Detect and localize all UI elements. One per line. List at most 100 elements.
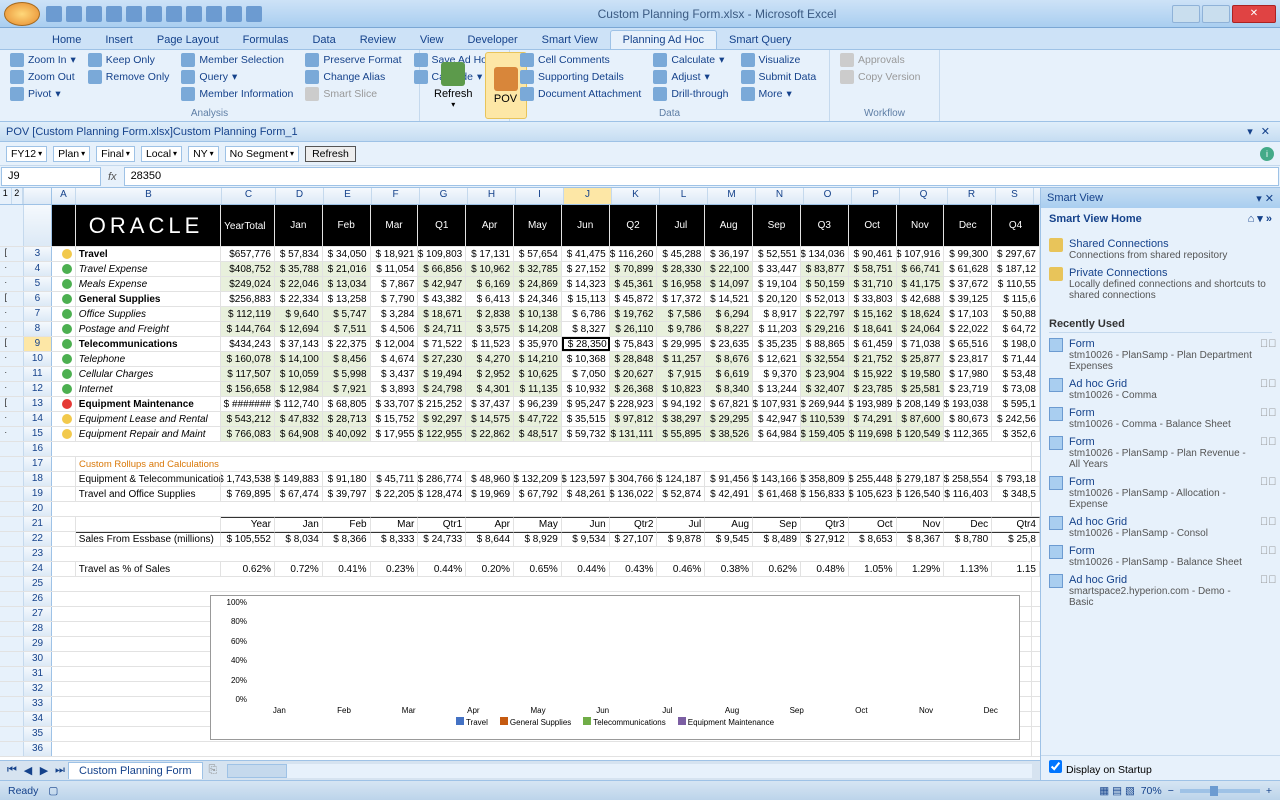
data-cell[interactable]: $ 57,834 bbox=[275, 247, 323, 261]
data-cell[interactable]: $ 91,456 bbox=[705, 472, 753, 486]
column-header[interactable]: G bbox=[420, 188, 468, 204]
data-cell[interactable]: $ 25,581 bbox=[897, 382, 945, 396]
data-cell[interactable]: $ 61,459 bbox=[849, 337, 897, 351]
column-header[interactable]: F bbox=[372, 188, 420, 204]
ribbon-tab[interactable]: Smart View bbox=[530, 31, 610, 49]
data-cell[interactable]: $ 358,809 bbox=[801, 472, 849, 486]
data-cell[interactable]: $ 40,092 bbox=[323, 427, 371, 441]
data-cell[interactable]: $ 348,5 bbox=[992, 487, 1040, 501]
data-cell[interactable]: 1.15 bbox=[992, 562, 1040, 576]
data-cell[interactable]: $ 48,261 bbox=[562, 487, 610, 501]
minimize-button[interactable] bbox=[1172, 5, 1200, 23]
data-cell[interactable]: $ 19,762 bbox=[610, 307, 658, 321]
data-cell[interactable]: $ 193,038 bbox=[944, 397, 992, 411]
data-cell[interactable]: $ 543,212 bbox=[221, 412, 275, 426]
data-cell[interactable]: $ 41,175 bbox=[897, 277, 945, 291]
data-cell[interactable]: 0.44% bbox=[562, 562, 610, 576]
data-cell[interactable]: $ 52,551 bbox=[753, 247, 801, 261]
data-cell[interactable]: $ 17,103 bbox=[944, 307, 992, 321]
data-cell[interactable]: $ 21,752 bbox=[849, 352, 897, 366]
data-cell[interactable]: $ 88,865 bbox=[801, 337, 849, 351]
view-break-icon[interactable]: ▧ bbox=[1125, 785, 1135, 797]
data-cell[interactable]: $ 23,719 bbox=[944, 382, 992, 396]
data-cell[interactable]: $ 23,817 bbox=[944, 352, 992, 366]
macro-icon[interactable]: ▢ bbox=[48, 785, 58, 797]
data-cell[interactable]: $ 45,288 bbox=[657, 247, 705, 261]
data-cell[interactable]: $ 8,034 bbox=[275, 532, 323, 546]
data-cell[interactable]: $ 126,540 bbox=[897, 487, 945, 501]
data-cell[interactable]: $ 45,711 bbox=[371, 472, 419, 486]
data-cell[interactable]: 0.44% bbox=[418, 562, 466, 576]
calculate-button[interactable]: Calculate ▾ bbox=[649, 52, 732, 68]
row-number[interactable]: 11 bbox=[24, 367, 52, 381]
data-cell[interactable]: $ 68,805 bbox=[323, 397, 371, 411]
row-number[interactable]: 23 bbox=[24, 547, 52, 561]
row-number[interactable]: 36 bbox=[24, 742, 52, 756]
row-number[interactable] bbox=[24, 205, 52, 246]
row-number[interactable]: 24 bbox=[24, 562, 52, 576]
data-cell[interactable]: $ 99,300 bbox=[944, 247, 992, 261]
row-number[interactable]: 31 bbox=[24, 667, 52, 681]
qat-save-icon[interactable] bbox=[46, 6, 62, 22]
pov-selector[interactable]: Local ▾ bbox=[141, 146, 182, 162]
data-cell[interactable]: $ 64,908 bbox=[275, 427, 323, 441]
remove-only-button[interactable]: Remove Only bbox=[84, 69, 174, 85]
tab-nav-next[interactable]: ▶ bbox=[36, 764, 52, 777]
data-cell[interactable]: $ 304,766 bbox=[610, 472, 658, 486]
zoom-in-button[interactable]: Zoom In ▾ bbox=[6, 52, 80, 68]
data-cell[interactable]: $ 14,097 bbox=[705, 277, 753, 291]
data-cell[interactable]: $ 18,671 bbox=[418, 307, 466, 321]
data-cell[interactable]: $ 766,083 bbox=[221, 427, 275, 441]
data-cell[interactable]: $ 75,843 bbox=[610, 337, 658, 351]
smart-slice-button[interactable]: Smart Slice bbox=[301, 86, 405, 102]
data-cell[interactable]: $ 10,625 bbox=[514, 367, 562, 381]
data-cell[interactable]: $ 42,688 bbox=[897, 292, 945, 306]
data-cell[interactable]: $ 66,741 bbox=[897, 262, 945, 276]
recent-item[interactable]: Ad hoc Gridstm10026 - Comma�ิ bbox=[1049, 375, 1272, 404]
sheet-tab[interactable]: Custom Planning Form bbox=[68, 762, 203, 779]
data-cell[interactable]: $ 35,235 bbox=[753, 337, 801, 351]
qat-icon[interactable] bbox=[126, 6, 142, 22]
data-cell[interactable]: $ 8,644 bbox=[466, 532, 514, 546]
data-cell[interactable]: $ 94,192 bbox=[657, 397, 705, 411]
data-cell[interactable]: $ 208,149 bbox=[897, 397, 945, 411]
data-cell[interactable]: $ 38,297 bbox=[657, 412, 705, 426]
data-cell[interactable]: $ 27,912 bbox=[801, 532, 849, 546]
column-header[interactable]: R bbox=[948, 188, 996, 204]
data-cell[interactable]: $ 24,869 bbox=[514, 277, 562, 291]
column-header[interactable]: K bbox=[612, 188, 660, 204]
data-cell[interactable]: $ 9,534 bbox=[562, 532, 610, 546]
pin-icon[interactable]: �ิ bbox=[1260, 476, 1272, 488]
data-cell[interactable]: $ 52,874 bbox=[657, 487, 705, 501]
data-cell[interactable]: $ 39,797 bbox=[323, 487, 371, 501]
data-cell[interactable]: $256,883 bbox=[221, 292, 275, 306]
data-cell[interactable]: $ 29,216 bbox=[801, 322, 849, 336]
column-header[interactable]: M bbox=[708, 188, 756, 204]
row-number[interactable]: 5 bbox=[24, 277, 52, 291]
supporting-details-button[interactable]: Supporting Details bbox=[516, 69, 645, 85]
data-cell[interactable]: $ 21,016 bbox=[323, 262, 371, 276]
ribbon-tab[interactable]: Smart Query bbox=[717, 31, 803, 49]
data-cell[interactable]: $ 4,270 bbox=[466, 352, 514, 366]
data-cell[interactable]: $ 71,038 bbox=[897, 337, 945, 351]
data-cell[interactable]: $ 105,623 bbox=[849, 487, 897, 501]
data-cell[interactable]: $ 11,523 bbox=[466, 337, 514, 351]
data-cell[interactable]: $ 22,100 bbox=[705, 262, 753, 276]
pivot-button[interactable]: Pivot ▾ bbox=[6, 86, 80, 102]
data-cell[interactable]: $ 8,327 bbox=[562, 322, 610, 336]
data-cell[interactable]: $408,752 bbox=[221, 262, 275, 276]
data-cell[interactable]: $ 4,674 bbox=[371, 352, 419, 366]
data-cell[interactable]: $ 160,078 bbox=[221, 352, 275, 366]
data-cell[interactable]: $ 14,323 bbox=[562, 277, 610, 291]
data-cell[interactable]: $ 50,88 bbox=[992, 307, 1040, 321]
data-cell[interactable]: $ 83,877 bbox=[801, 262, 849, 276]
row-number[interactable]: 15 bbox=[24, 427, 52, 441]
data-cell[interactable]: $ 8,917 bbox=[753, 307, 801, 321]
data-cell[interactable]: $ 23,785 bbox=[849, 382, 897, 396]
data-cell[interactable]: $434,243 bbox=[221, 337, 275, 351]
data-cell[interactable]: $ 10,138 bbox=[514, 307, 562, 321]
data-cell[interactable]: $ 10,932 bbox=[562, 382, 610, 396]
data-cell[interactable]: $ 32,407 bbox=[801, 382, 849, 396]
sv-dropdown[interactable]: ▾ bbox=[1256, 192, 1262, 205]
data-cell[interactable]: $ 20,120 bbox=[753, 292, 801, 306]
